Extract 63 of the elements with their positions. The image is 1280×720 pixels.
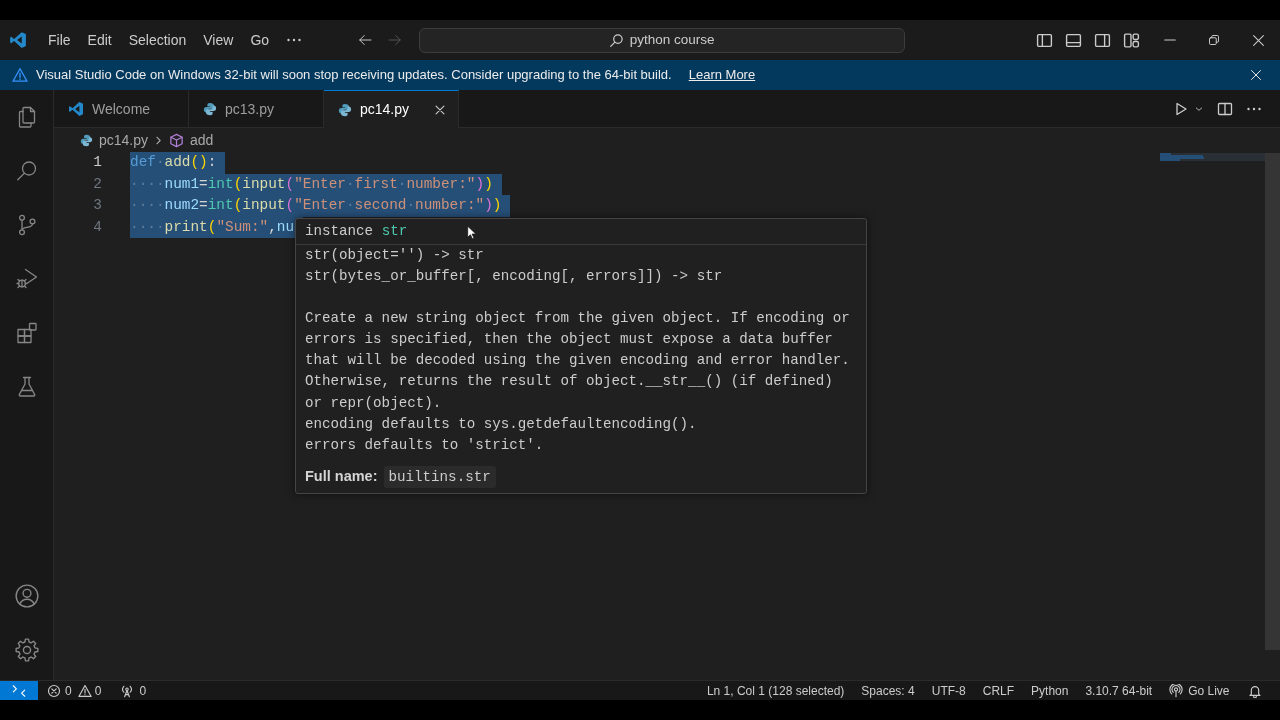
layout-grid-icon[interactable] <box>1123 31 1140 49</box>
status-item[interactable]: 3.10.7 64-bit <box>1076 681 1161 700</box>
status-item[interactable]: UTF-8 <box>923 681 975 700</box>
menu-item[interactable]: View <box>194 26 242 54</box>
remote-icon <box>12 683 26 698</box>
antenna-icon[interactable] <box>120 683 135 698</box>
caret-down-icon[interactable] <box>1195 104 1203 113</box>
blocks-icon[interactable] <box>14 321 39 345</box>
doc-text: errors defaults to 'strict'. <box>305 436 544 456</box>
doc-text: Create a new string object from the given object. If encoding or errors is specified, then the object must expose a data buffer that will be decoded using the given encoding and error handler. Otherwise, returns the result of object.__str__() (if defined) or repr(object). <box>305 308 850 413</box>
file-type-icon <box>338 102 352 117</box>
status-item[interactable]: CRLF <box>974 681 1023 700</box>
line-number: 3 <box>92 196 102 216</box>
run-icon[interactable] <box>1173 100 1189 117</box>
full-name-label: Full name: <box>305 467 378 486</box>
app-logo-icon[interactable] <box>9 31 27 49</box>
status-item[interactable]: Go Live <box>1160 681 1238 700</box>
breadcrumb-item[interactable]: add <box>169 129 214 151</box>
menu-item[interactable]: Edit <box>79 26 121 54</box>
right-sidebar-layout-icon[interactable] <box>1094 31 1111 49</box>
menu-item[interactable]: Selection <box>120 26 195 54</box>
status-item[interactable]: Spaces: 4 <box>852 681 924 700</box>
menu-item[interactable]: File <box>39 26 80 54</box>
file-type-icon <box>203 102 217 116</box>
search-icon <box>608 32 624 48</box>
line-number: 2 <box>92 174 102 194</box>
warning-icon[interactable] <box>77 683 92 698</box>
app-logo-icon <box>68 101 84 117</box>
doc-text: encoding defaults to sys.getdefaultencoding(). <box>305 415 697 435</box>
warning-count[interactable]: 0 <box>94 681 102 700</box>
signature-line: str(object='') -> str <box>305 246 484 265</box>
error-count[interactable]: 0 <box>65 681 72 700</box>
split-editor-icon[interactable] <box>1217 100 1233 117</box>
status-item[interactable]: Python <box>1022 681 1077 700</box>
file-type-icon <box>80 133 93 147</box>
left-sidebar-layout-icon[interactable] <box>1036 31 1053 49</box>
line-number: 4 <box>92 217 102 237</box>
status-item[interactable]: Ln 1, Col 1 (128 selected) <box>698 681 853 700</box>
play-bug-icon[interactable] <box>14 267 39 291</box>
bell-icon[interactable] <box>1248 683 1262 698</box>
mouse-pointer-icon <box>467 225 477 241</box>
ports-count[interactable]: 0 <box>139 681 147 700</box>
learn-more-link[interactable]: Learn More <box>688 65 756 85</box>
search-icon[interactable] <box>14 159 39 183</box>
account-icon[interactable] <box>13 583 40 609</box>
notification-message: Visual Studio Code on Windows 32-bit will soon stop receiving updates. Consider upgrading to the 64-bit build. <box>36 66 672 85</box>
bottom-panel-layout-icon[interactable] <box>1065 31 1082 49</box>
remote-button[interactable] <box>0 681 38 700</box>
cube-icon <box>169 132 185 148</box>
broadcast-icon <box>1169 683 1184 698</box>
error-icon[interactable] <box>47 683 61 698</box>
breadcrumb-item[interactable]: pc14.py <box>80 129 149 151</box>
full-name-value: builtins.str <box>383 465 496 488</box>
signature-line: str(bytes_or_buffer[, encoding[, errors]]) -> str <box>305 267 723 287</box>
search-box[interactable]: python course <box>418 27 905 53</box>
close-icon[interactable] <box>1251 33 1265 47</box>
editor-tab[interactable]: pc14.py <box>324 90 459 128</box>
menu-item[interactable]: Go <box>241 26 278 54</box>
settings-icon[interactable] <box>13 637 40 663</box>
restore-icon[interactable] <box>1208 34 1220 46</box>
warning-icon <box>12 67 28 83</box>
line-number: 1 <box>92 153 102 172</box>
chevron-right-icon <box>154 135 164 145</box>
